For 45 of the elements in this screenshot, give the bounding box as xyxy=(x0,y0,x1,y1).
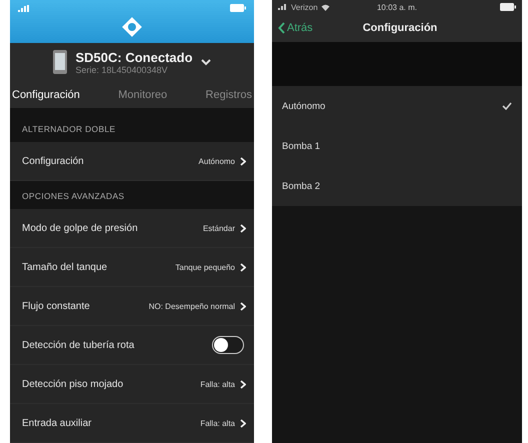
option-item[interactable]: Bomba 1 xyxy=(272,126,522,166)
section-header: ALTERNADOR DOBLE xyxy=(21,123,116,136)
setting-label: Detección piso mojado xyxy=(22,378,124,390)
option-item[interactable]: Autónomo xyxy=(272,86,522,126)
chevron-right-icon[interactable] xyxy=(240,380,246,388)
wifi-icon xyxy=(320,4,330,10)
tab[interactable]: Configuración xyxy=(10,88,82,101)
device-title: SD50C: Conectado xyxy=(75,50,193,65)
option-label: Bomba 1 xyxy=(282,140,320,152)
chevron-right-icon[interactable] xyxy=(240,302,246,310)
setting-value[interactable]: Autónomo xyxy=(198,156,235,166)
option-label: Autónomo xyxy=(282,100,326,112)
battery-icon xyxy=(500,3,516,11)
chevron-left-icon xyxy=(278,22,285,34)
setting-label: Modo de golpe de presión xyxy=(22,222,139,234)
toggle-switch[interactable] xyxy=(212,336,244,354)
device-serial: Serie: 18L450400348V xyxy=(75,64,169,75)
signal-icon xyxy=(278,4,288,10)
section-header: OPCIONES AVANZADAS xyxy=(21,190,126,203)
carrier-name: Verizon xyxy=(291,2,318,12)
setting-label: Detección de tubería rota xyxy=(22,340,136,350)
setting-label: Tamaño del tanque xyxy=(22,262,108,272)
setting-label: Configuración xyxy=(22,156,85,166)
setting-value[interactable]: Tanque pequeño xyxy=(175,262,235,272)
setting-value[interactable]: Estándar xyxy=(202,224,235,232)
battery-icon xyxy=(230,4,246,12)
setting-value[interactable]: NO: Desempeño normal xyxy=(148,302,235,310)
tab[interactable]: Monitoreo xyxy=(116,88,170,101)
chevron-right-icon[interactable] xyxy=(240,262,246,272)
setting-value[interactable]: Falla: alta xyxy=(200,418,235,428)
chevron-down-icon[interactable] xyxy=(200,58,211,66)
chevron-right-icon[interactable] xyxy=(240,418,246,428)
back-button[interactable]: Atrás xyxy=(278,22,313,34)
setting-label: Entrada auxiliar xyxy=(22,418,92,428)
option-label: Bomba 2 xyxy=(282,180,320,192)
tab[interactable]: Registros xyxy=(204,88,254,101)
device-icon xyxy=(53,50,68,74)
chevron-right-icon[interactable] xyxy=(240,156,246,166)
screen-title: Configuración xyxy=(362,22,438,34)
setting-value[interactable]: Falla: alta xyxy=(200,380,235,388)
setting-label: Flujo constante xyxy=(22,300,91,312)
chevron-right-icon[interactable] xyxy=(240,224,246,232)
signal-icon xyxy=(18,4,32,12)
status-time: 10:03 a. m. xyxy=(376,2,418,12)
option-item[interactable]: Bomba 2 xyxy=(272,166,522,206)
